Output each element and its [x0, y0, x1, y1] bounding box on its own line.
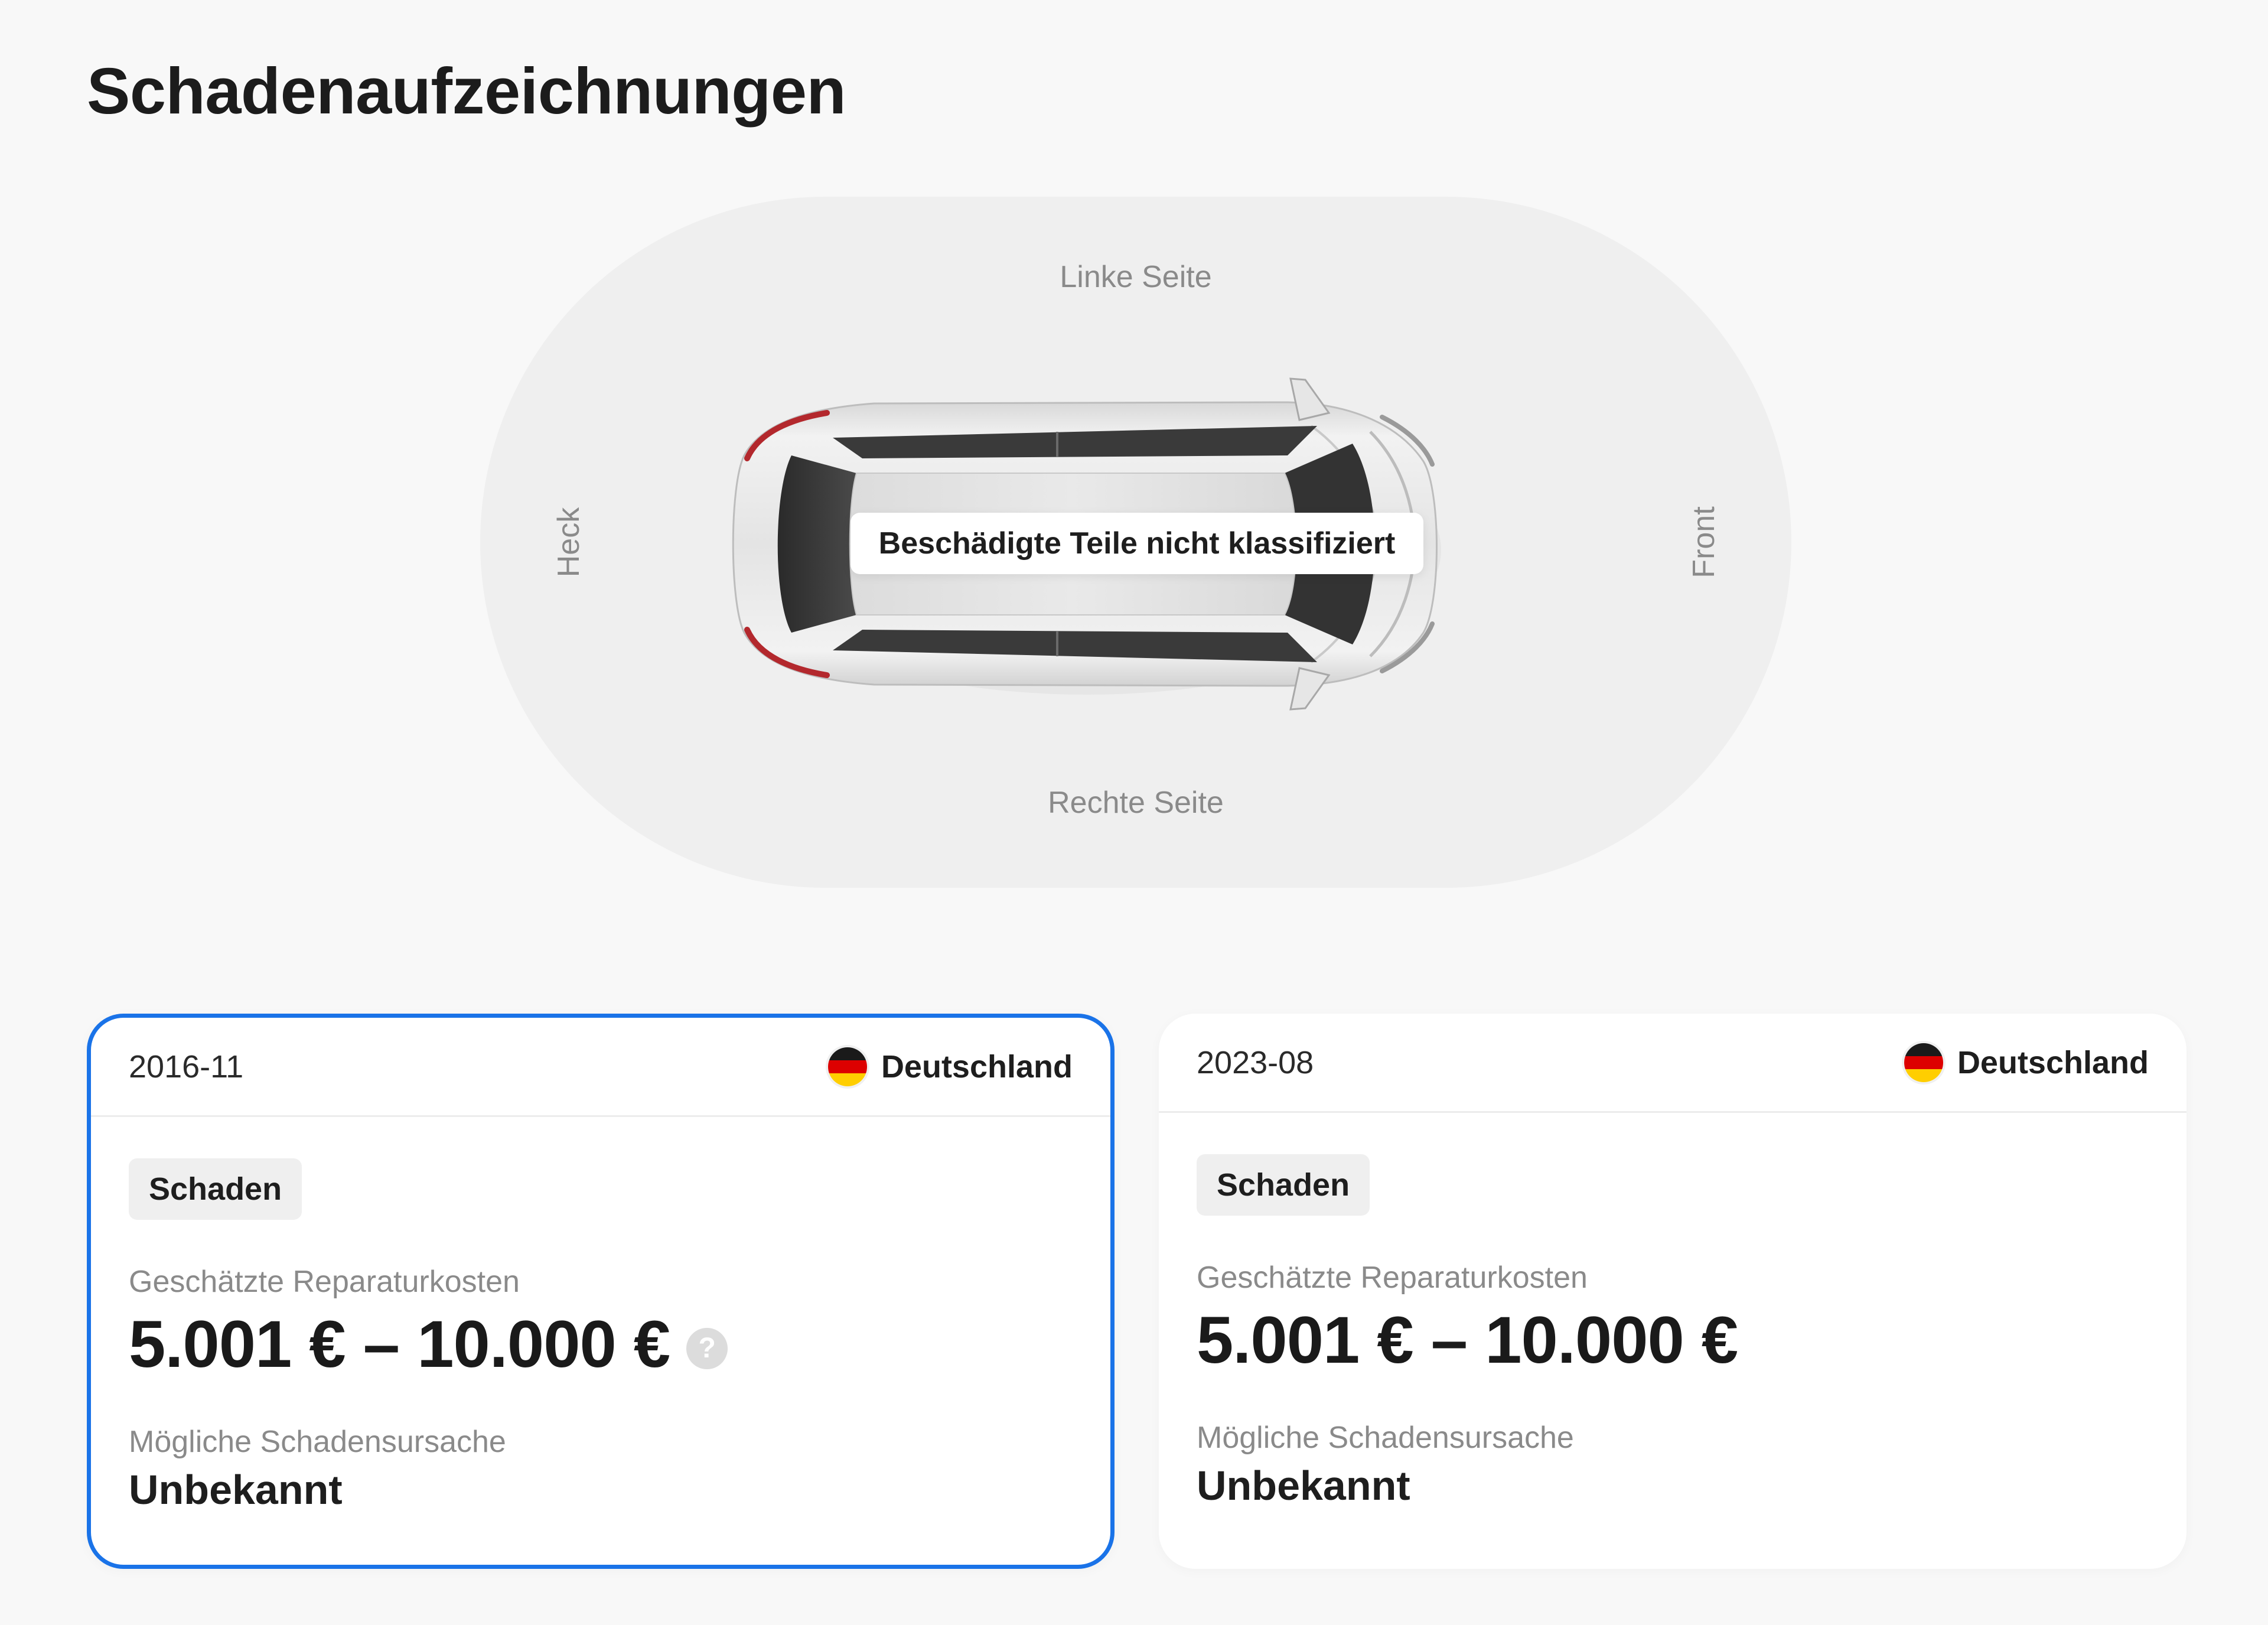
front-label: Front [1687, 506, 1721, 578]
repair-cost-value: 5.001 € – 10.000 € [129, 1307, 670, 1382]
card-header: 2016-11 Deutschland [91, 1018, 1110, 1117]
record-date: 2016-11 [129, 1048, 244, 1085]
car-damage-diagram: Linke Seite Rechte Seite Heck Front Besc… [480, 197, 1791, 888]
record-type-badge: Schaden [1197, 1154, 1370, 1216]
record-date: 2023-08 [1197, 1044, 1314, 1080]
damage-record-card[interactable]: 2016-11 Deutschland Schaden Geschätzte R… [87, 1014, 1115, 1569]
damage-cause-value: Unbekannt [129, 1467, 343, 1513]
damage-cause-label: Mögliche Schadensursache [1197, 1420, 1574, 1455]
left-side-label: Linke Seite [1060, 260, 1212, 294]
country: Deutschland [1904, 1043, 2149, 1082]
country: Deutschland [827, 1047, 1073, 1086]
card-header: 2023-08 Deutschland [1159, 1014, 2186, 1113]
damage-cause-value: Unbekannt [1197, 1463, 1410, 1509]
card-body: Schaden Geschätzte Reparaturkosten 5.001… [91, 1117, 1110, 1513]
repair-cost-label: Geschätzte Reparaturkosten [1197, 1261, 1588, 1295]
right-side-label: Rechte Seite [1048, 786, 1224, 820]
record-type-badge: Schaden [129, 1158, 302, 1220]
repair-cost-row: 5.001 € – 10.000 € ? [129, 1305, 1073, 1384]
question-circle-icon[interactable]: ? [686, 1327, 728, 1369]
damage-tooltip: Beschädigte Teile nicht klassifiziert [850, 513, 1423, 574]
germany-flag-icon [1904, 1043, 1943, 1082]
country-name: Deutschland [1957, 1044, 2149, 1080]
germany-flag-icon [827, 1047, 867, 1086]
card-body: Schaden Geschätzte Reparaturkosten 5.001… [1159, 1113, 2186, 1509]
repair-cost-row: 5.001 € – 10.000 € [1197, 1301, 2149, 1380]
damage-cause-label: Mögliche Schadensursache [129, 1424, 506, 1459]
page-title: Schadenaufzeichnungen [87, 55, 846, 128]
rear-label: Heck [552, 507, 586, 578]
damage-record-card[interactable]: 2023-08 Deutschland Schaden Geschätzte R… [1159, 1014, 2186, 1569]
repair-cost-label: Geschätzte Reparaturkosten [129, 1265, 520, 1299]
repair-cost-value: 5.001 € – 10.000 € [1197, 1303, 1738, 1377]
country-name: Deutschland [881, 1048, 1073, 1085]
